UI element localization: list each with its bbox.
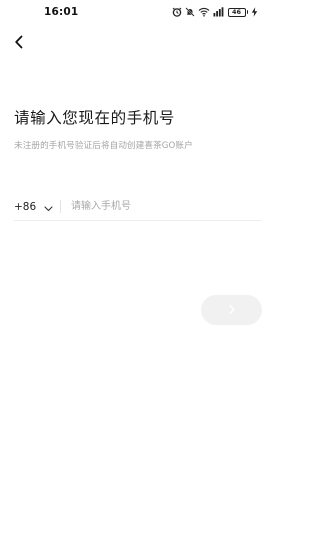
status-icons: 46 [172, 7, 259, 17]
chevron-right-icon [228, 303, 236, 318]
alarm-icon [172, 7, 182, 17]
back-button[interactable] [9, 33, 29, 53]
mute-icon [184, 7, 195, 17]
next-button[interactable] [201, 295, 262, 325]
battery-level: 46 [227, 7, 246, 17]
chevron-down-icon [44, 197, 53, 216]
status-time: 16:01 [44, 6, 79, 18]
login-screen: 16:01 46 请输入您现在的手机号 未注册的手机号验证后将自动创建喜茶GO账… [0, 0, 272, 536]
signal-icon [213, 7, 225, 17]
charging-icon [251, 7, 258, 17]
phone-input-row: +86 [14, 193, 262, 221]
battery-icon: 46 [227, 7, 248, 17]
country-code-selector[interactable]: +86 [14, 198, 60, 216]
phone-number-input[interactable] [71, 196, 262, 217]
page-title: 请输入您现在的手机号 [14, 109, 176, 127]
page-subtitle: 未注册的手机号验证后将自动创建喜茶GO账户 [14, 141, 193, 151]
input-divider [60, 200, 61, 213]
chevron-left-icon [14, 34, 24, 53]
status-bar: 16:01 46 [0, 0, 272, 24]
country-code-label: +86 [14, 200, 37, 213]
wifi-icon [198, 7, 210, 17]
